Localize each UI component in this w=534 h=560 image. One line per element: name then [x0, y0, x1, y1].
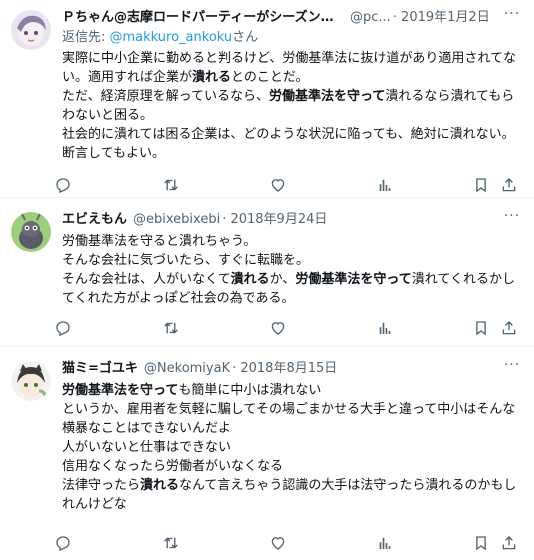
- reply-icon[interactable]: [54, 176, 72, 194]
- share-icon[interactable]: [500, 319, 518, 337]
- tweet-3[interactable]: 猫ミ=ゴユキ @NekomiyaK · 2018年8月15日 ··· 労働基準法…: [0, 347, 534, 559]
- action-bar: [54, 317, 522, 339]
- user-handle[interactable]: @NekomiyaK: [144, 360, 230, 378]
- views-icon[interactable]: [376, 319, 394, 337]
- more-horizontal-icon[interactable]: ···: [502, 208, 522, 228]
- bookmark-icon[interactable]: [472, 319, 490, 337]
- bookmark-icon[interactable]: [472, 534, 490, 552]
- user-handle[interactable]: @pc...: [350, 9, 391, 27]
- text-segment: も簡単に中小は潰れない: [178, 383, 322, 398]
- more-horizontal-icon[interactable]: ···: [502, 357, 522, 377]
- tweet-line: 実際に中小企業に勤めると判るけど、労働基準法に抜け道があり適用されてない。適用す…: [62, 49, 520, 87]
- tweet-line: というか、雇用者を気軽に騙してその場ごまかせる大手と違って中小はそんな横暴なこと…: [62, 400, 520, 438]
- avatar[interactable]: [11, 361, 51, 401]
- display-name[interactable]: エビえもん: [62, 211, 127, 229]
- tweet-text: 実際に中小企業に勤めると判るけど、労働基準法に抜け道があり適用されてない。適用す…: [62, 49, 520, 163]
- avatar[interactable]: [11, 10, 51, 50]
- reply-suffix: さん: [232, 30, 259, 45]
- text-segment: 法律守ったら: [62, 478, 141, 493]
- views-icon[interactable]: [376, 176, 394, 194]
- reply-context: 返信先: @makkuro_ankokuさん: [62, 29, 520, 47]
- text-segment: 労働基準法を守ると潰れちゃう。: [62, 234, 257, 249]
- reply-icon[interactable]: [54, 319, 72, 337]
- highlighted-text: 潰れる: [192, 70, 232, 85]
- share-icon[interactable]: [500, 534, 518, 552]
- tweet-line: 労働基準法を守っても簡単に中小は潰れない: [62, 381, 520, 400]
- tweet-1[interactable]: Ｐちゃん@志摩ロードパーティーがシーズン最… @pc... · 2019年1月2…: [0, 0, 534, 198]
- tweet-line: 社会的に潰れては困る企業は、どのような状況に陥っても、絶対に潰れない。断言しても…: [62, 125, 520, 163]
- tweet-date[interactable]: · 2019年1月2日: [393, 9, 490, 27]
- reply-prefix: 返信先:: [62, 30, 110, 45]
- text-segment: 社会的に潰れては困る企業は、どのような状況に陥っても、絶対に潰れない。断言しても…: [62, 127, 515, 161]
- tweet-line: そんな会社に気づいたら、すぐに転職を。: [62, 251, 520, 270]
- tweet-2[interactable]: エビえもん @ebixebixebi · 2018年9月24日 ··· 労働基準…: [0, 198, 534, 347]
- tweet-line: そんな会社は、人がいなくて潰れるか、労働基準法を守って潰れてくれるかしてくれた方…: [62, 270, 520, 308]
- avatar[interactable]: [11, 212, 51, 252]
- action-bar: [54, 532, 522, 554]
- highlighted-text: 労働基準法を守って: [62, 383, 179, 398]
- text-segment: 人がいないと仕事はできない: [62, 440, 232, 455]
- retweet-icon[interactable]: [162, 534, 180, 552]
- text-segment: ただ、経済原理を解っているなら、: [62, 89, 269, 104]
- highlighted-text: 労働基準法を守って: [295, 272, 412, 287]
- tweet-line: ただ、経済原理を解っているなら、労働基準法を守って潰れるなら潰れてもらわないと困…: [62, 87, 520, 125]
- tweet-line: 法律守ったら潰れるなんて言えちゃう認識の大手は法守ったら潰れるのかもしれんけどな: [62, 476, 520, 514]
- tweet-text: 労働基準法を守ると潰れちゃう。 そんな会社に気づいたら、すぐに転職を。 そんな会社は…: [62, 232, 520, 308]
- tweet-line: 人がいないと仕事はできない: [62, 438, 520, 457]
- highlighted-text: 潰れる: [140, 478, 180, 493]
- retweet-icon[interactable]: [162, 319, 180, 337]
- tweet-text: 労働基準法を守っても簡単に中小は潰れないというか、雇用者を気軽に騙してその場ごま…: [62, 381, 520, 514]
- reply-icon[interactable]: [54, 534, 72, 552]
- action-bar: [54, 174, 522, 196]
- tweet-line: 労働基準法を守ると潰れちゃう。: [62, 232, 520, 251]
- user-handle[interactable]: @ebixebixebi: [133, 211, 220, 229]
- text-segment: 信用なくなったら労働者がいなくなる: [62, 459, 284, 474]
- display-name[interactable]: 猫ミ=ゴユキ: [62, 360, 138, 378]
- tweet-date[interactable]: · 2018年9月24日: [222, 211, 327, 229]
- text-segment: そんな会社に気づいたら、すぐに転職を。: [62, 253, 310, 268]
- text-segment: というか、雇用者を気軽に騙してその場ごまかせる大手と違って中小はそんな横暴なこと…: [62, 402, 516, 436]
- tweet-line: 信用なくなったら労働者がいなくなる: [62, 457, 520, 476]
- reply-to-link[interactable]: @makkuro_ankoku: [110, 30, 233, 45]
- like-icon[interactable]: [269, 534, 287, 552]
- like-icon[interactable]: [269, 319, 287, 337]
- text-segment: とのことだ。: [231, 70, 309, 85]
- display-name[interactable]: Ｐちゃん@志摩ロードパーティーがシーズン最…: [62, 9, 344, 27]
- bookmark-icon[interactable]: [472, 176, 490, 194]
- more-horizontal-icon[interactable]: ···: [502, 6, 522, 26]
- highlighted-text: 潰れる: [230, 272, 270, 287]
- tweet-date[interactable]: · 2018年8月15日: [232, 360, 337, 378]
- views-icon[interactable]: [376, 534, 394, 552]
- highlighted-text: 労働基準法を守って: [268, 89, 386, 104]
- retweet-icon[interactable]: [162, 176, 180, 194]
- text-segment: そんな会社は、人がいなくて: [62, 272, 231, 287]
- like-icon[interactable]: [269, 176, 287, 194]
- share-icon[interactable]: [500, 176, 518, 194]
- text-segment: か、: [269, 272, 296, 287]
